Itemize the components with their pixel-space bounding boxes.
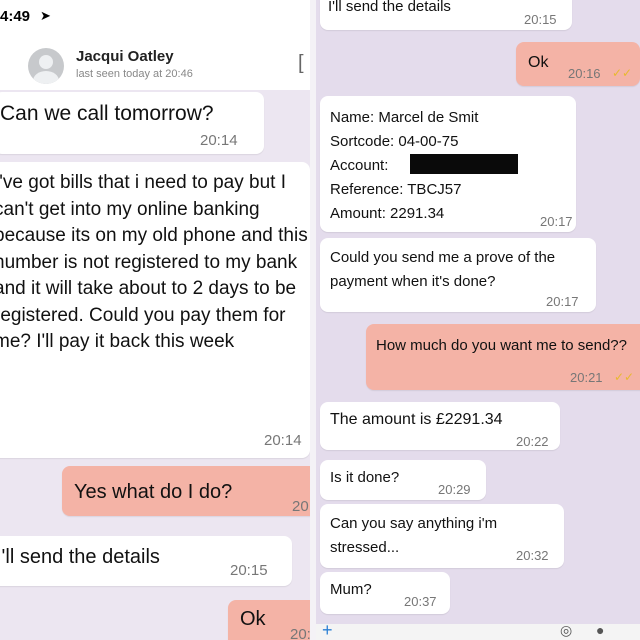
bank-details-bubble: Name: Marcel de Smit Sortcode: 04-00-75 … — [320, 96, 576, 232]
call-icon[interactable]: [ — [298, 52, 304, 75]
sortcode: Sortcode: 04-00-75 — [330, 133, 459, 150]
message-bubble: The amount is £2291.34 20:22 — [320, 402, 560, 450]
message-text: The amount is £2291.34 — [330, 411, 503, 428]
message-text: I've got bills that i need to pay but I … — [0, 172, 308, 352]
message-time: 20:37 — [404, 594, 437, 609]
message-text: Ok — [528, 54, 549, 71]
message-bubble: Is it done? 20:29 — [320, 460, 486, 500]
last-seen: last seen today at 20:46 — [76, 68, 193, 80]
message-bubble: I'll send the details 20:15 — [0, 536, 292, 586]
message-time: 20:22 — [516, 434, 549, 449]
message-time: 20:29 — [438, 482, 471, 497]
message-text: Can we call tomorrow? — [0, 102, 214, 125]
message-bubble: Mum? 20:37 — [320, 572, 450, 614]
message-time: 20:15 — [230, 562, 268, 579]
message-time: 20:17 — [540, 214, 573, 229]
message-time: 20:21 — [570, 370, 603, 385]
message-text: How much do you want me to send?? — [376, 337, 627, 354]
outgoing-message-bubble: Yes what do I do? 20:14 — [62, 466, 310, 516]
contact-name[interactable]: Jacqui Oatley — [76, 48, 174, 65]
message-text: I'll send the details — [0, 546, 160, 568]
status-time: 4:49 — [0, 8, 31, 25]
message-time: 20:16 — [568, 66, 601, 81]
message-time: 20:14 — [292, 498, 310, 515]
message-bubble: I've got bills that i need to pay but I … — [0, 162, 310, 458]
message-bubble: Can you say anything i'm stressed... 20:… — [320, 504, 564, 568]
message-time: 20:17 — [546, 294, 579, 309]
left-chat-screenshot: 4:49 ➤ Jacqui Oatley last seen today at … — [0, 0, 310, 640]
message-time: 20:15 — [524, 12, 557, 27]
message-text: Is it done? — [330, 469, 400, 486]
account-label: Account: — [330, 157, 389, 174]
contact-avatar[interactable] — [28, 48, 64, 84]
message-text: Could you send me a prove of the payment… — [330, 249, 556, 290]
message-time: 20:32 — [516, 548, 549, 563]
message-bubble: Could you send me a prove of the payment… — [320, 238, 596, 312]
amount: Amount: 2291.34 — [330, 205, 445, 222]
outgoing-message-bubble: Ok 20:16 ✓✓ — [516, 42, 640, 86]
message-bubble: Can we call tomorrow? 20:14 — [0, 92, 264, 154]
redaction-box — [410, 154, 518, 174]
read-receipt-icon: ✓✓ — [614, 370, 635, 384]
message-bubble: I'll send the details 20:15 — [320, 0, 572, 30]
right-chat-screenshot: I'll send the details 20:15 Ok 20:16 ✓✓ … — [316, 0, 640, 640]
message-time: 20:14 — [264, 432, 302, 449]
reference: Reference: TBCJ57 — [330, 181, 462, 198]
read-receipt-icon: ✓✓ — [612, 66, 633, 80]
payee-name: Name: Marcel de Smit — [330, 109, 479, 126]
chat-header: 4:49 ➤ Jacqui Oatley last seen today at … — [0, 0, 310, 90]
location-arrow-icon: ➤ — [40, 8, 51, 23]
outgoing-message-bubble: How much do you want me to send?? 20:21 … — [366, 324, 640, 390]
outgoing-message-bubble: Ok 20:16 — [228, 600, 310, 640]
message-text: Ok — [240, 608, 266, 630]
plus-icon[interactable]: + — [322, 620, 333, 640]
composer-bar: + ◎ ● — [316, 620, 640, 640]
message-text: Yes what do I do? — [74, 481, 233, 503]
message-time: 20:16 — [290, 626, 310, 640]
message-text: Mum? — [330, 581, 372, 598]
message-text: I'll send the details — [328, 0, 451, 15]
microphone-icon[interactable]: ● — [596, 622, 604, 638]
message-time: 20:14 — [200, 132, 238, 149]
camera-icon[interactable]: ◎ — [560, 622, 572, 639]
